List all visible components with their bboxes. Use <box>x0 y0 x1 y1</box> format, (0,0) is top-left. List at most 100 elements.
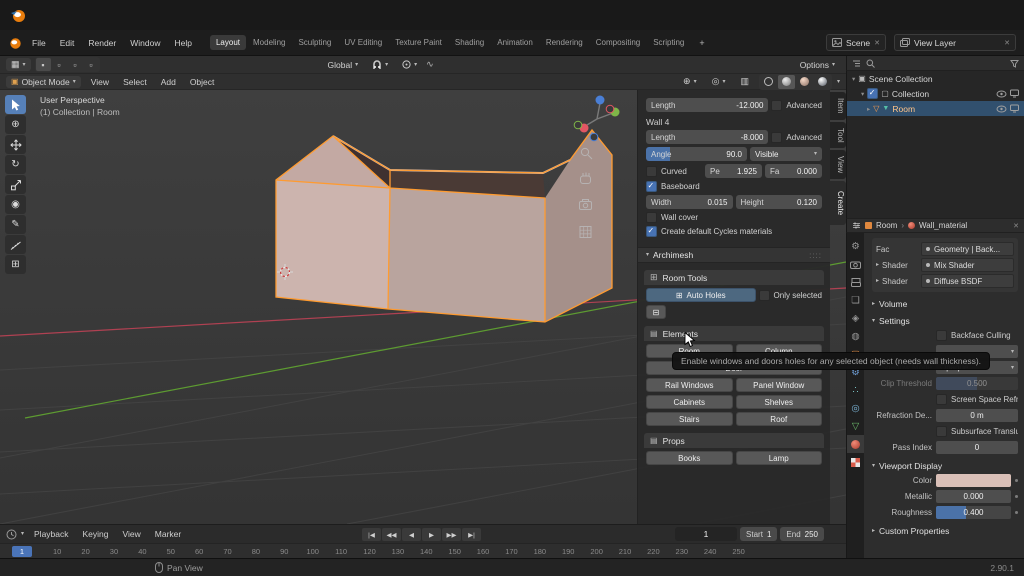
select-box-tool[interactable] <box>5 95 26 114</box>
topbar-menu-item[interactable]: Help <box>168 36 197 50</box>
element-button[interactable]: Rail Windows <box>646 378 733 392</box>
frame-tick[interactable]: 100 <box>299 547 327 556</box>
wall-cover-checkbox[interactable]: Wall cover <box>646 212 698 223</box>
pe-field[interactable]: Pe 1.925 <box>705 164 762 178</box>
tab-output[interactable] <box>847 273 864 291</box>
frame-tick[interactable]: 230 <box>668 547 696 556</box>
frame-tick[interactable]: 150 <box>440 547 468 556</box>
proportional-edit-toggle[interactable]: ▾ <box>397 59 422 70</box>
outliner-row-room[interactable]: ▸ ▽ ▼ Room <box>847 101 1024 116</box>
frame-tick[interactable]: 60 <box>185 547 213 556</box>
sidebar-tab[interactable]: Create <box>830 181 846 226</box>
topbar-menu-item[interactable]: Edit <box>54 36 81 50</box>
select-option-icon[interactable]: ▫ <box>84 58 99 71</box>
topbar-menu-item[interactable]: Window <box>124 36 166 50</box>
element-button[interactable]: Roof <box>735 412 822 426</box>
sidebar-tab[interactable]: Item <box>830 92 846 120</box>
transport-button[interactable]: ▶| <box>462 528 481 541</box>
measure-tool[interactable] <box>5 235 26 254</box>
gizmo-toggle[interactable]: ⊕ ▾ <box>678 75 702 88</box>
frame-tick[interactable]: 40 <box>128 547 156 556</box>
frame-tick[interactable]: 110 <box>327 547 355 556</box>
refraction-depth-field[interactable]: 0 m <box>936 409 1018 422</box>
pass-index-field[interactable]: 0 <box>936 441 1018 454</box>
diffuse-bsdf-input[interactable]: Diffuse BSDF <box>921 274 1014 288</box>
baseboard-checkbox[interactable]: Baseboard <box>646 181 700 192</box>
timeline-menu-item[interactable]: View <box>117 527 147 541</box>
shading-material-button[interactable] <box>796 75 813 89</box>
filter-funnel-icon[interactable] <box>1010 59 1019 68</box>
frame-tick[interactable]: 90 <box>270 547 298 556</box>
snap-toggle[interactable]: ▾ <box>367 59 393 71</box>
transport-button[interactable]: ▶▶ <box>442 528 461 541</box>
disable-viewport-icon[interactable] <box>1010 89 1019 98</box>
frame-tick[interactable]: 190 <box>554 547 582 556</box>
frame-tick[interactable]: 140 <box>412 547 440 556</box>
tab-render[interactable] <box>847 255 864 273</box>
transport-button[interactable]: ◀◀ <box>382 528 401 541</box>
editor-dropdown-icon[interactable]: ▾ <box>21 531 24 537</box>
elements-subpanel-header[interactable]: ▤ Elements <box>644 326 824 341</box>
viewport-display-panel-header[interactable]: ▾ Viewport Display <box>872 461 1018 471</box>
workspace-tab[interactable]: Sculpting <box>292 35 337 50</box>
topbar-menu-item[interactable]: Render <box>82 36 122 50</box>
disable-viewport-icon[interactable] <box>1010 104 1019 113</box>
view-layer-unlink-icon[interactable]: ✕ <box>1004 39 1010 47</box>
room-tools-subpanel-header[interactable]: ⊞ Room Tools <box>644 270 824 285</box>
move-tool[interactable] <box>5 135 26 154</box>
tab-physics[interactable]: ◎ <box>847 399 864 417</box>
advanced-checkbox[interactable]: Advanced <box>771 131 822 143</box>
room-tool-icon-button[interactable]: ⊟ <box>646 305 666 319</box>
tab-object-data[interactable]: ▽ <box>847 417 864 435</box>
tab-material[interactable] <box>847 435 864 453</box>
clip-threshold-slider[interactable]: 0.500 <box>936 377 1018 390</box>
transport-button[interactable]: ◀ <box>402 528 421 541</box>
fa-field[interactable]: Fa 0.000 <box>765 164 822 178</box>
subsurface-translucency-checkbox[interactable]: Subsurface Translu... <box>936 426 1018 437</box>
tab-particles[interactable]: ∴ <box>847 381 864 399</box>
props-subpanel-header[interactable]: ▤ Props <box>644 433 824 448</box>
viewport-menu-item[interactable]: View <box>85 75 115 89</box>
archimesh-panel-header[interactable]: ▾ Archimesh:::: <box>638 247 830 263</box>
transform-tool[interactable]: ◉ <box>5 195 26 214</box>
falloff-icon[interactable]: ∿ <box>426 59 434 70</box>
tab-texture[interactable] <box>847 453 864 471</box>
transport-button[interactable]: ▶ <box>422 528 441 541</box>
frame-tick[interactable]: 70 <box>213 547 241 556</box>
rotate-tool[interactable]: ↻ <box>5 155 26 174</box>
hide-eye-icon[interactable] <box>996 90 1007 98</box>
settings-panel-header[interactable]: ▾ Settings <box>872 316 1018 326</box>
frame-tick[interactable]: 240 <box>696 547 724 556</box>
prop-button[interactable]: Lamp <box>735 451 822 465</box>
breadcrumb-material[interactable]: Wall_material <box>919 221 967 230</box>
add-workspace-button[interactable]: + <box>694 36 709 50</box>
workspace-tab[interactable]: Scripting <box>647 35 690 50</box>
annotate-tool[interactable]: ✎ <box>5 215 26 234</box>
search-icon[interactable] <box>866 59 875 68</box>
workspace-tab[interactable]: Shading <box>449 35 490 50</box>
timeline-menu-item[interactable]: Marker <box>149 527 187 541</box>
screen-space-refraction-checkbox[interactable]: Screen Space Refr... <box>936 394 1018 405</box>
frame-tick[interactable]: 10 <box>43 547 71 556</box>
tab-view-layer[interactable]: ❏ <box>847 291 864 309</box>
tab-tool[interactable]: ⚙ <box>847 237 864 255</box>
auto-holes-button[interactable]: ⊞ Auto Holes <box>646 288 756 302</box>
frame-start-field[interactable]: Start 1 <box>740 527 778 541</box>
sidebar-tab[interactable]: View <box>830 150 846 180</box>
breadcrumb-object[interactable]: Room <box>876 221 897 230</box>
prop-button[interactable]: Books <box>646 451 733 465</box>
visible-dropdown[interactable]: Visible ▾ <box>750 147 822 161</box>
length-field-top[interactable]: Length -12.000 <box>646 98 769 112</box>
outliner-row-collection[interactable]: ▾ ▢ Collection <box>847 86 1024 101</box>
height-field[interactable]: Height 0.120 <box>735 195 822 209</box>
only-selected-checkbox[interactable]: Only selected <box>758 289 822 301</box>
current-frame-field[interactable]: 1 <box>675 527 738 541</box>
tab-world[interactable]: ◍ <box>847 327 864 345</box>
add-primitive-tool[interactable]: ⊞ <box>5 255 26 274</box>
scene-selector[interactable]: Scene ✕ <box>826 34 886 51</box>
curved-checkbox[interactable]: Curved <box>646 165 702 177</box>
workspace-tab[interactable]: Animation <box>491 35 539 50</box>
frame-tick[interactable]: 160 <box>469 547 497 556</box>
workspace-tab[interactable]: Layout <box>209 35 246 50</box>
tab-scene[interactable]: ◈ <box>847 309 864 327</box>
